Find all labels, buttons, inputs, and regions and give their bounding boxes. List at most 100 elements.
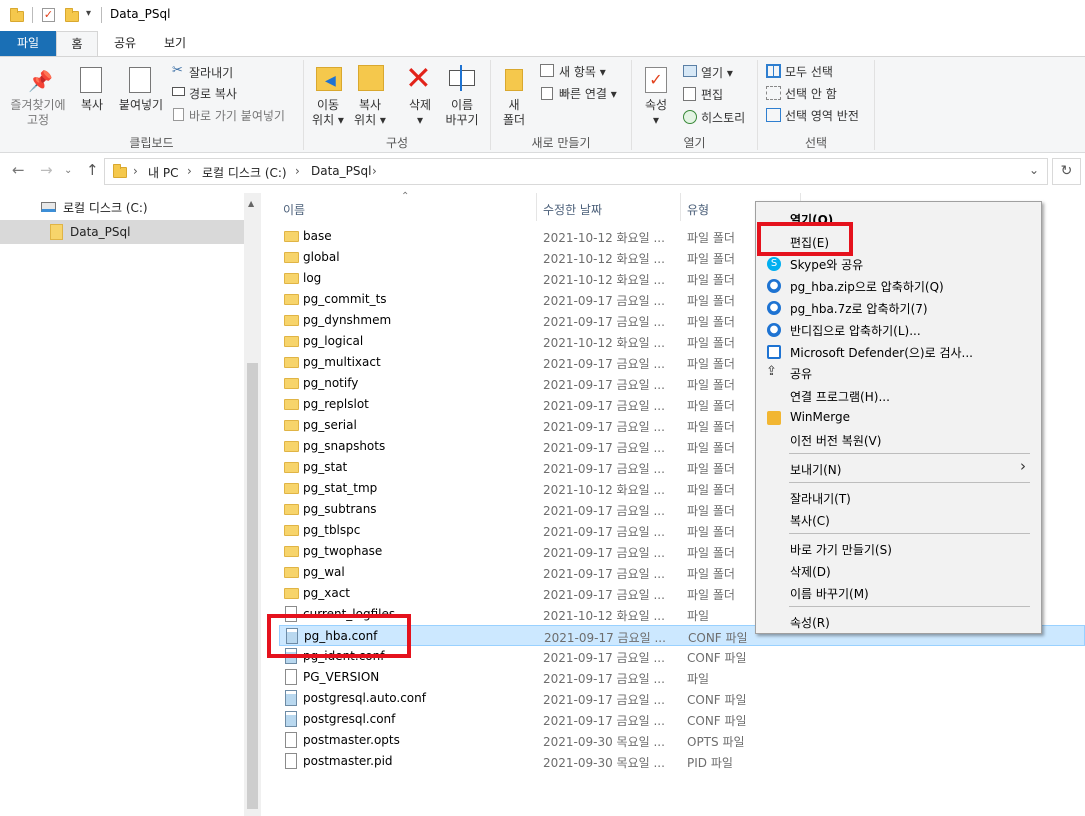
copy-path-button[interactable]: 경로 복사 (189, 85, 237, 102)
chevron-down-icon[interactable]: ⌄ (1029, 163, 1039, 177)
file-type: 파일 폴더 (687, 462, 735, 476)
nav-scrollbar[interactable]: ▲ (244, 193, 261, 816)
paste-button[interactable]: 붙여넣기 (114, 98, 168, 113)
file-date: 2021-10-12 화요일 ... (543, 483, 665, 497)
new-folder-button[interactable]: 새 폴더 (496, 98, 532, 128)
back-icon[interactable]: ← (12, 161, 25, 179)
select-none-button[interactable]: 선택 안 함 (785, 85, 837, 102)
folder-icon (284, 588, 299, 599)
scrollbar-thumb[interactable] (247, 363, 258, 809)
copy-button[interactable]: 복사 (76, 98, 108, 113)
menu-item-create-shortcut[interactable]: 바로 가기 만들기(S) (790, 541, 892, 558)
rename-button[interactable]: 이름 바꾸기 (440, 98, 484, 128)
menu-item-restore-versions[interactable]: 이전 버전 복원(V) (790, 432, 881, 449)
file-row[interactable]: postmaster.opts 2021-09-30 목요일 ... OPTS 파일 (279, 730, 1085, 751)
cut-button[interactable]: 잘라내기 (189, 64, 233, 81)
file-name: postgresql.conf (303, 712, 396, 726)
menu-item-properties[interactable]: 속성(R) (790, 614, 830, 631)
file-row[interactable]: postmaster.pid 2021-09-30 목요일 ... PID 파일 (279, 751, 1085, 772)
tab-view[interactable]: 보기 (154, 31, 196, 56)
file-date: 2021-09-17 금요일 ... (543, 357, 665, 371)
move-to-button[interactable]: 이동 위치 ▾ (308, 98, 348, 128)
forward-icon[interactable]: → (40, 161, 53, 179)
file-icon (285, 669, 297, 685)
history-button[interactable]: 히스토리 (701, 109, 745, 126)
menu-item-open-with[interactable]: 연결 프로그램(H)... (790, 388, 890, 405)
folder-icon (284, 231, 299, 242)
file-type: 파일 폴더 (687, 273, 735, 287)
select-all-button[interactable]: 모두 선택 (785, 63, 833, 80)
edit-button[interactable]: 편집 (701, 86, 723, 103)
file-row[interactable]: PG_VERSION 2021-09-17 금요일 ... 파일 (279, 667, 1085, 688)
address-bar[interactable]: › 내 PC › 로컬 디스크 (C:) › Data_PSql › ⌄ (104, 158, 1048, 185)
quick-access-dropdown-icon[interactable]: ▾ (86, 8, 91, 19)
menu-item-skype-share[interactable]: Skype와 공유 (790, 256, 863, 273)
chevron-right-icon[interactable]: › (133, 164, 138, 178)
file-type: CONF 파일 (687, 714, 747, 728)
menu-item-zip[interactable]: pg_hba.zip으로 압축하기(Q) (790, 278, 944, 295)
ribbon-tabs: 파일 홈 공유 보기 (0, 31, 1085, 57)
file-date: 2021-10-12 화요일 ... (543, 252, 665, 266)
column-header-name[interactable]: 이름 (283, 201, 305, 218)
menu-item-7z[interactable]: pg_hba.7z로 압축하기(7) (790, 300, 928, 317)
file-type: CONF 파일 (687, 651, 747, 665)
file-date: 2021-09-17 금요일 ... (543, 693, 665, 707)
group-title-open: 열기 (683, 136, 706, 150)
menu-item-bandizip[interactable]: 반디집으로 압축하기(L)... (790, 322, 921, 339)
file-name: pg_stat_tmp (303, 481, 378, 495)
scroll-up-icon[interactable]: ▲ (248, 199, 254, 208)
invert-selection-button[interactable]: 선택 영역 반전 (785, 107, 859, 124)
easy-access-button[interactable]: 빠른 연결 ▾ (559, 85, 617, 102)
copy-to-button[interactable]: 복사 위치 ▾ (350, 98, 390, 128)
chevron-right-icon[interactable]: › (295, 164, 300, 178)
open-button[interactable]: 열기 ▾ (701, 64, 733, 81)
new-folder-quick-icon[interactable] (65, 8, 79, 22)
menu-item-winmerge[interactable]: WinMerge (790, 410, 850, 424)
menu-item-send-to[interactable]: 보내기(N) (790, 461, 841, 478)
copy-icon (80, 67, 102, 93)
file-date: 2021-09-17 금요일 ... (543, 378, 665, 392)
window-title: Data_PSql (110, 7, 171, 21)
tab-file[interactable]: 파일 (0, 31, 56, 56)
file-name: pg_replslot (303, 397, 369, 411)
config-file-icon (285, 711, 297, 727)
tab-home[interactable]: 홈 (56, 31, 98, 57)
properties-quick-icon[interactable]: ✓ (42, 8, 55, 22)
file-date: 2021-09-17 금요일 ... (543, 294, 665, 308)
column-header-type[interactable]: 유형 (687, 201, 709, 218)
paste-shortcut-button[interactable]: 바로 가기 붙여넣기 (189, 107, 285, 124)
file-date: 2021-09-17 금요일 ... (543, 462, 665, 476)
chevron-right-icon[interactable]: › (187, 164, 192, 178)
menu-item-share[interactable]: 공유 (790, 365, 812, 382)
properties-button[interactable]: 속성 ▾ (638, 98, 674, 128)
highlight-box-edit (757, 222, 853, 256)
delete-button[interactable]: 삭제 ▾ (400, 98, 440, 128)
menu-item-rename[interactable]: 이름 바꾸기(M) (790, 585, 869, 602)
breadcrumb-pc[interactable]: 내 PC (148, 164, 178, 181)
menu-item-cut[interactable]: 잘라내기(T) (790, 490, 851, 507)
file-type: 파일 폴더 (687, 252, 735, 266)
menu-item-defender-scan[interactable]: Microsoft Defender(으)로 검사... (790, 344, 973, 361)
tab-share[interactable]: 공유 (104, 31, 146, 56)
menu-item-delete[interactable]: 삭제(D) (790, 563, 831, 580)
refresh-icon[interactable]: ↻ (1052, 158, 1081, 185)
chevron-right-icon[interactable]: › (372, 164, 377, 178)
menu-item-copy[interactable]: 복사(C) (790, 512, 830, 529)
recent-locations-icon[interactable]: ⌄ (64, 165, 72, 176)
nav-item-drive[interactable]: 로컬 디스크 (C:) (63, 199, 148, 216)
file-row[interactable]: postgresql.conf 2021-09-17 금요일 ... CONF 파일 (279, 709, 1085, 730)
new-folder-icon (505, 69, 523, 91)
file-date: 2021-10-12 화요일 ... (543, 231, 665, 245)
file-date: 2021-09-17 금요일 ... (543, 546, 665, 560)
breadcrumb-folder[interactable]: Data_PSql (311, 164, 371, 178)
file-row[interactable]: postgresql.auto.conf 2021-09-17 금요일 ... CO… (279, 688, 1085, 709)
winmerge-icon (767, 411, 781, 425)
rename-icon (449, 65, 475, 91)
pin-to-quick-access-button[interactable]: 즐겨찾기에 고정 (4, 98, 72, 128)
breadcrumb-drive[interactable]: 로컬 디스크 (C:) (202, 164, 287, 181)
bandizip-icon: ● (767, 323, 781, 337)
new-item-button[interactable]: 새 항목 ▾ (559, 63, 606, 80)
column-header-date[interactable]: 수정한 날짜 (543, 201, 602, 218)
up-icon[interactable]: ↑ (86, 161, 99, 179)
nav-item-data-psql[interactable]: Data_PSql (0, 220, 244, 244)
